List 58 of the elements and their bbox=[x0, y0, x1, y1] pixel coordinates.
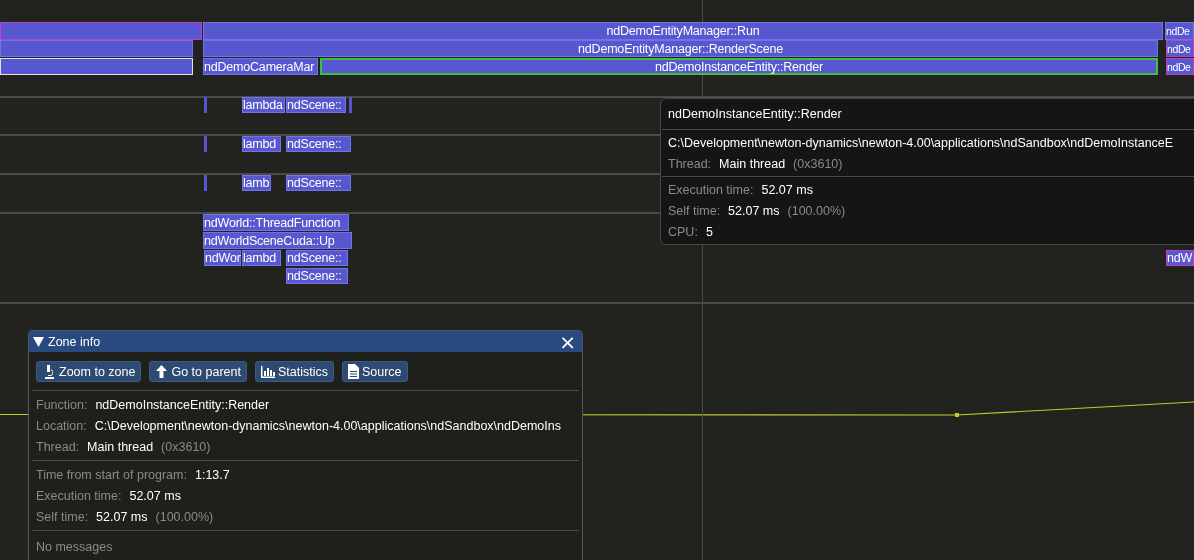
microscope-icon bbox=[42, 364, 56, 379]
field-value: 52.07 ms bbox=[129, 488, 181, 503]
field-label: Self time: bbox=[668, 203, 721, 218]
field-label: Execution time: bbox=[36, 488, 122, 503]
document-icon bbox=[347, 364, 359, 379]
field-label: Self time: bbox=[36, 509, 89, 524]
field-note: (0x3610) bbox=[161, 439, 211, 454]
zone-bar[interactable]: ndScene:: bbox=[286, 268, 348, 284]
tooltip-title: ndDemoInstanceEntity::Render bbox=[668, 106, 843, 123]
messages-status: No messages bbox=[35, 538, 114, 556]
zone-bar[interactable]: ndWorld::ThreadFunction bbox=[203, 214, 349, 231]
zone-bar[interactable]: ndWorldSceneCuda::Up bbox=[203, 232, 352, 249]
zone-bar[interactable]: ndDemoEntityManager::RenderScene bbox=[203, 40, 1158, 57]
zone-bar[interactable]: ndDemoEntityManager::Run bbox=[203, 22, 1163, 40]
field-label: Thread: bbox=[668, 156, 712, 171]
zone-bar[interactable]: ndW bbox=[1166, 250, 1194, 266]
field-value: C:\Development\newton-dynamics\newton-4.00\applications\ndSandbox\ndDemoIns bbox=[94, 418, 561, 433]
field-value: 5 bbox=[705, 224, 713, 239]
field-label: Time from start of program: bbox=[36, 467, 187, 482]
zone-bar[interactable]: lamb bbox=[242, 175, 271, 191]
zone-bar[interactable]: ndScene:: bbox=[286, 175, 351, 191]
collapse-triangle-icon[interactable] bbox=[33, 336, 44, 347]
field-value: Main thread bbox=[719, 156, 786, 171]
field-label: Thread: bbox=[36, 439, 80, 454]
field-note: (100.00%) bbox=[155, 509, 214, 524]
field-note: (100.00%) bbox=[787, 203, 846, 218]
field-value: 52.07 ms bbox=[728, 203, 780, 218]
zone-bar[interactable]: lambd bbox=[242, 136, 281, 152]
zone-bar[interactable]: ndScene:: bbox=[286, 250, 348, 266]
field-value: 1:13.7 bbox=[194, 467, 230, 482]
zone-bar[interactable]: ndDe bbox=[1165, 22, 1194, 40]
field-value: 52.07 ms bbox=[761, 182, 813, 197]
up-arrow-icon bbox=[155, 364, 169, 379]
toolbar-button[interactable]: Go to parent bbox=[149, 361, 247, 382]
zone-bar[interactable]: ndDemoCameraMar bbox=[203, 58, 318, 75]
zone-bar[interactable]: lambda bbox=[242, 97, 285, 113]
field-value: 52.07 ms bbox=[96, 509, 148, 524]
toolbar-button[interactable]: Statistics bbox=[254, 361, 334, 382]
field-value: ndDemoInstanceEntity::Render bbox=[95, 397, 270, 412]
location-path: C:\Development\newton-dynamics\newton-4.00\applications\ndSandbox\ndDemoInstanceE bbox=[668, 134, 1175, 152]
field-note: (0x3610) bbox=[793, 156, 843, 171]
zone-bar[interactable]: ndDe bbox=[1166, 58, 1194, 75]
zone-bar[interactable]: ndScene:: bbox=[286, 136, 351, 152]
field-label: Execution time: bbox=[668, 182, 754, 197]
field-label: CPU: bbox=[668, 224, 698, 239]
toolbar-button[interactable]: Source bbox=[341, 361, 408, 382]
field-label: Function: bbox=[36, 397, 88, 412]
toolbar-button[interactable]: Zoom to zone bbox=[36, 361, 142, 382]
zone-bar[interactable]: ndWor bbox=[204, 250, 241, 266]
window-title: Zone info bbox=[48, 334, 102, 349]
field-value: Main thread bbox=[87, 439, 154, 454]
zone-bar[interactable]: lambd bbox=[242, 250, 281, 266]
close-button[interactable]: × bbox=[557, 332, 578, 351]
zone-bar[interactable]: ndDemoInstanceEntity::Render bbox=[320, 58, 1158, 75]
bar-chart-icon bbox=[260, 365, 275, 378]
zone-bar[interactable]: ndScene:: bbox=[286, 97, 346, 113]
zone-bar[interactable]: ndDe bbox=[1166, 40, 1194, 57]
field-label: Location: bbox=[36, 418, 87, 433]
